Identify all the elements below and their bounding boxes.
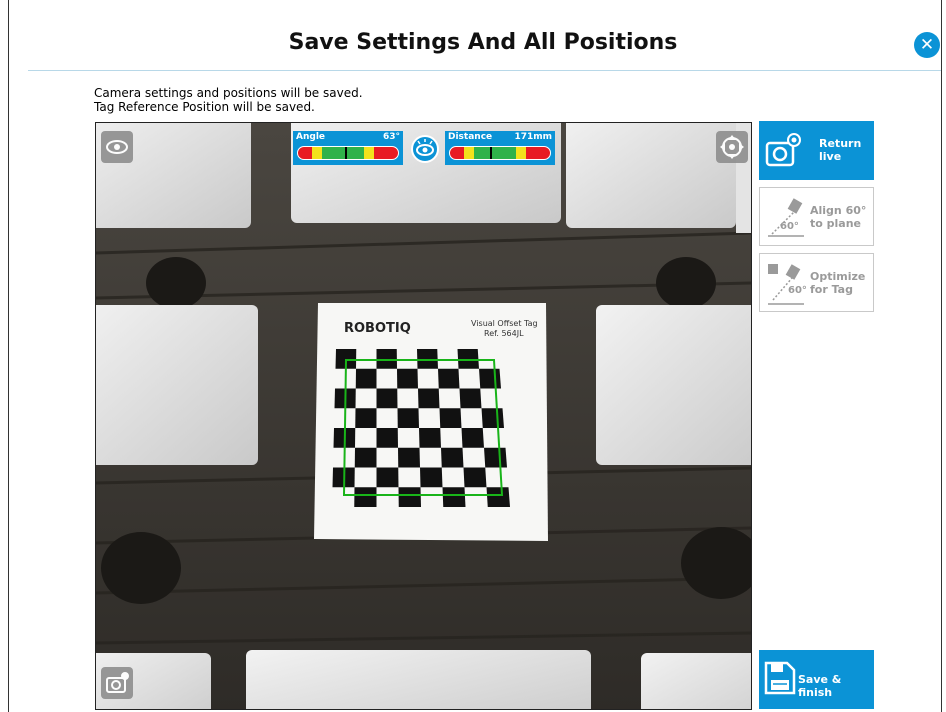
checker-square	[376, 388, 398, 409]
angle-gauge: Angle 63°	[293, 131, 403, 165]
camera-image: ROBOTIQ Visual Offset Tag Ref. 564JL	[96, 123, 751, 709]
align-to-plane-button[interactable]: 60° Align 60° to plane	[759, 187, 874, 246]
checker-square	[439, 408, 462, 428]
checker-square	[463, 467, 487, 488]
dialog-title: Save Settings And All Positions	[288, 30, 678, 55]
detection-eye-button[interactable]	[411, 135, 439, 163]
checker-square	[355, 408, 377, 428]
camera-settings-button[interactable]	[101, 667, 133, 699]
info-message-tag: Tag Reference Position will be saved.	[94, 100, 315, 114]
camera-view[interactable]: ROBOTIQ Visual Offset Tag Ref. 564JL Ang…	[95, 122, 752, 710]
checker-square	[486, 487, 510, 507]
checker-square	[484, 447, 507, 468]
checker-square	[441, 447, 464, 468]
distance-label: Distance	[448, 132, 493, 142]
checker-square	[397, 368, 418, 389]
align-plane-icon	[768, 198, 804, 237]
angle-label: Angle	[296, 132, 326, 142]
optimize-angle-badge: 60°	[788, 285, 807, 296]
checker-square	[397, 408, 419, 428]
window-left-border	[8, 0, 9, 712]
eye-icon	[106, 140, 128, 154]
checker-square	[457, 349, 479, 369]
angle-value: 63°	[382, 132, 400, 142]
tag-title: Visual Offset Tag	[471, 319, 538, 328]
align-angle-badge: 60°	[780, 221, 799, 232]
angle-marker	[344, 147, 347, 159]
return-live-label-1: Return	[819, 137, 862, 150]
distance-bar	[449, 146, 551, 160]
checker-square	[438, 368, 460, 389]
move-arrows-icon	[720, 135, 744, 159]
close-icon: ✕	[919, 35, 935, 55]
close-button[interactable]: ✕	[914, 32, 940, 58]
window-right-border	[941, 0, 942, 712]
align-label-2: to plane	[810, 217, 862, 230]
checker-square	[479, 368, 501, 389]
angle-bar	[297, 146, 399, 160]
checker-square	[355, 368, 377, 389]
checker-square	[418, 388, 440, 409]
checker-square	[420, 467, 443, 488]
checker-square	[376, 349, 397, 369]
save-finish-label: Save & finish	[798, 673, 842, 699]
checker-square	[398, 447, 420, 468]
checker-square	[419, 428, 441, 448]
move-robot-button[interactable]	[716, 131, 748, 163]
eye-icon	[416, 139, 434, 156]
save-finish-button[interactable]: Save & finish	[759, 650, 874, 709]
return-live-label-2: live	[819, 150, 842, 163]
distance-value: 171mm	[514, 132, 552, 142]
checker-square	[461, 428, 484, 448]
title-divider	[28, 70, 941, 71]
optimize-label-1: Optimize	[810, 270, 866, 283]
camera-settings-icon	[106, 672, 129, 693]
checker-square	[481, 408, 504, 428]
camera-live-icon	[765, 133, 801, 167]
checker-square	[459, 388, 482, 409]
view-toggle-button[interactable]	[101, 131, 133, 163]
optimize-label-2: for Tag	[810, 283, 853, 296]
info-message-settings: Camera settings and positions will be sa…	[94, 86, 363, 100]
checker-square	[354, 487, 377, 507]
tag-ref: Ref. 564JL	[484, 329, 524, 338]
tag-brand: ROBOTIQ	[344, 321, 411, 336]
checker-square	[376, 428, 398, 448]
checker-square	[354, 447, 377, 468]
floppy-disk-icon	[764, 661, 796, 695]
distance-gauge: Distance 171mm	[445, 131, 555, 165]
align-label-1: Align 60°	[810, 204, 867, 217]
checker-square	[398, 487, 421, 507]
distance-marker	[489, 147, 492, 159]
checker-square	[376, 467, 399, 488]
checker-square	[417, 349, 438, 369]
return-live-button[interactable]: Return live	[759, 121, 874, 180]
optimize-for-tag-button[interactable]: 60° Optimize for Tag	[759, 253, 874, 312]
checker-square	[442, 487, 466, 507]
